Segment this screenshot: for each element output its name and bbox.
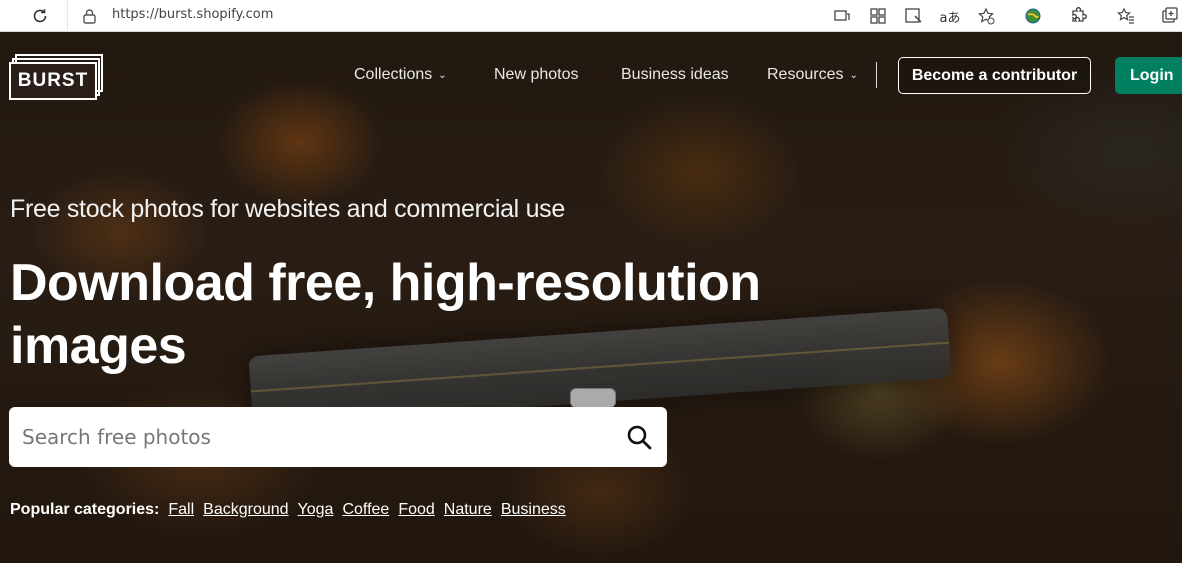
extension-globe-icon[interactable] [1021, 4, 1045, 28]
translate-icon[interactable]: aあ [938, 4, 962, 28]
search-box[interactable] [9, 407, 667, 467]
reading-view-icon[interactable] [830, 4, 854, 28]
hero-subtitle: Free stock photos for websites and comme… [10, 195, 565, 223]
browser-toolbar: https://burst.shopify.com aあ [0, 0, 1182, 32]
nav-business-ideas[interactable]: Business ideas [621, 66, 729, 84]
nav-resources-label: Resources [767, 66, 844, 83]
nav-collections-label: Collections [354, 66, 433, 83]
become-contributor-button[interactable]: Become a contributor [898, 57, 1091, 94]
category-link-fall[interactable]: Fall [168, 501, 194, 519]
address-bar-divider [67, 0, 68, 32]
category-link-yoga[interactable]: Yoga [298, 501, 334, 519]
category-link-food[interactable]: Food [398, 501, 434, 519]
extensions-icon[interactable] [1066, 4, 1090, 28]
popular-categories-label: Popular categories: [10, 501, 160, 518]
apps-grid-icon[interactable] [866, 4, 890, 28]
search-input[interactable] [22, 417, 602, 457]
hero-headline: Download free, high-resolution images [10, 254, 761, 375]
reload-icon[interactable] [28, 4, 52, 28]
nav-divider [876, 62, 877, 88]
hero-section: BURST Collections ⌄ New photos Business … [0, 32, 1182, 563]
login-button[interactable]: Login [1115, 57, 1182, 94]
immersive-reader-icon[interactable] [902, 4, 926, 28]
favorites-icon[interactable] [1114, 4, 1138, 28]
nav-business-ideas-label: Business ideas [621, 66, 729, 83]
category-link-background[interactable]: Background [203, 501, 288, 519]
search-icon[interactable] [626, 424, 652, 450]
chevron-down-icon: ⌄ [849, 69, 858, 81]
logo-frame-front: BURST [9, 62, 97, 100]
nav-resources[interactable]: Resources ⌄ [767, 66, 858, 84]
favorite-add-icon[interactable] [974, 4, 998, 28]
nav-new-photos-label: New photos [494, 66, 579, 83]
nav-new-photos[interactable]: New photos [494, 66, 579, 84]
lock-icon[interactable] [80, 6, 98, 26]
popular-categories: Popular categories: Fall Background Yoga… [10, 501, 566, 519]
logo-text: BURST [17, 70, 89, 91]
collections-icon[interactable] [1158, 4, 1182, 28]
address-bar-url[interactable]: https://burst.shopify.com [112, 7, 273, 22]
nav-collections[interactable]: Collections ⌄ [354, 66, 447, 84]
category-link-coffee[interactable]: Coffee [342, 501, 389, 519]
burst-logo[interactable]: BURST [9, 54, 103, 100]
category-link-nature[interactable]: Nature [444, 501, 492, 519]
chevron-down-icon: ⌄ [438, 69, 447, 81]
category-link-business[interactable]: Business [501, 501, 566, 519]
